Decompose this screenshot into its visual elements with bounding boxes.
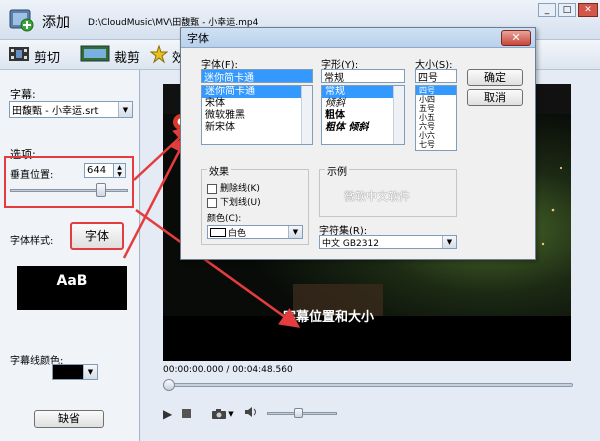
font-style-item[interactable]: 倾斜 [322, 98, 404, 110]
font-dialog-title: 字体 [187, 31, 209, 45]
font-style-item[interactable]: 常规 [322, 86, 404, 98]
font-family-input[interactable] [201, 69, 313, 83]
color-select[interactable]: 白色 ▼ [207, 225, 303, 239]
font-dialog-titlebar: 字体 [181, 28, 535, 48]
font-style-input[interactable] [321, 69, 405, 83]
font-size-input[interactable] [415, 69, 457, 83]
font-family-item[interactable]: 微软雅黑 [202, 110, 312, 122]
checkbox-icon [207, 183, 217, 194]
font-style-item[interactable]: 粗体 倾斜 [322, 122, 404, 134]
font-size-item[interactable]: 小六 [416, 131, 456, 140]
chevron-down-icon: ▼ [442, 236, 456, 248]
strikeout-checkbox[interactable]: 删除线(K) [207, 181, 260, 194]
cancel-button[interactable]: 取消 [467, 89, 523, 106]
font-style-list[interactable]: 常规 倾斜 粗体 粗体 倾斜 [321, 85, 405, 145]
font-family-item[interactable]: 迷你简卡通 [202, 86, 312, 98]
sample-text: 微软中文软件 [344, 190, 410, 203]
charset-select[interactable]: 中文 GB2312 ▼ [319, 235, 457, 249]
font-size-item[interactable]: 小四 [416, 95, 456, 104]
font-size-item[interactable]: 小五 [416, 113, 456, 122]
font-dialog-close-button[interactable]: ✕ [501, 30, 531, 46]
font-size-list[interactable]: 四号 小四 五号 小五 六号 小六 七号 [415, 85, 457, 151]
font-family-item[interactable]: 宋体 [202, 98, 312, 110]
color-swatch [210, 227, 226, 237]
underline-label: 下划线(U) [220, 198, 261, 208]
scrollbar[interactable] [301, 86, 312, 144]
font-size-item[interactable]: 五号 [416, 104, 456, 113]
font-size-item[interactable]: 四号 [416, 86, 456, 95]
font-family-list[interactable]: 迷你简卡通 宋体 微软雅黑 新宋体 [201, 85, 313, 145]
font-dialog: 字体 ✕ 字体(F): 迷你简卡通宋体微软雅黑新宋体 字形(Y): 常规倾斜粗体… [180, 27, 536, 260]
font-size-item[interactable]: 七号 [416, 140, 456, 149]
scrollbar[interactable] [393, 86, 404, 144]
color-value: 白色 [228, 228, 247, 239]
chevron-down-icon: ▼ [288, 226, 302, 238]
font-size-item[interactable]: 六号 [416, 122, 456, 131]
charset-value: 中文 GB2312 [322, 238, 379, 249]
font-family-item[interactable]: 新宋体 [202, 122, 312, 134]
sample-label: 示例 [325, 163, 349, 178]
effects-label: 效果 [207, 163, 231, 178]
underline-checkbox[interactable]: 下划线(U) [207, 195, 261, 208]
font-style-item[interactable]: 粗体 [322, 110, 404, 122]
checkbox-icon [207, 197, 217, 208]
color-label: 颜色(C): [207, 214, 242, 224]
ok-button[interactable]: 确定 [467, 69, 523, 86]
strikeout-label: 删除线(K) [220, 184, 260, 194]
